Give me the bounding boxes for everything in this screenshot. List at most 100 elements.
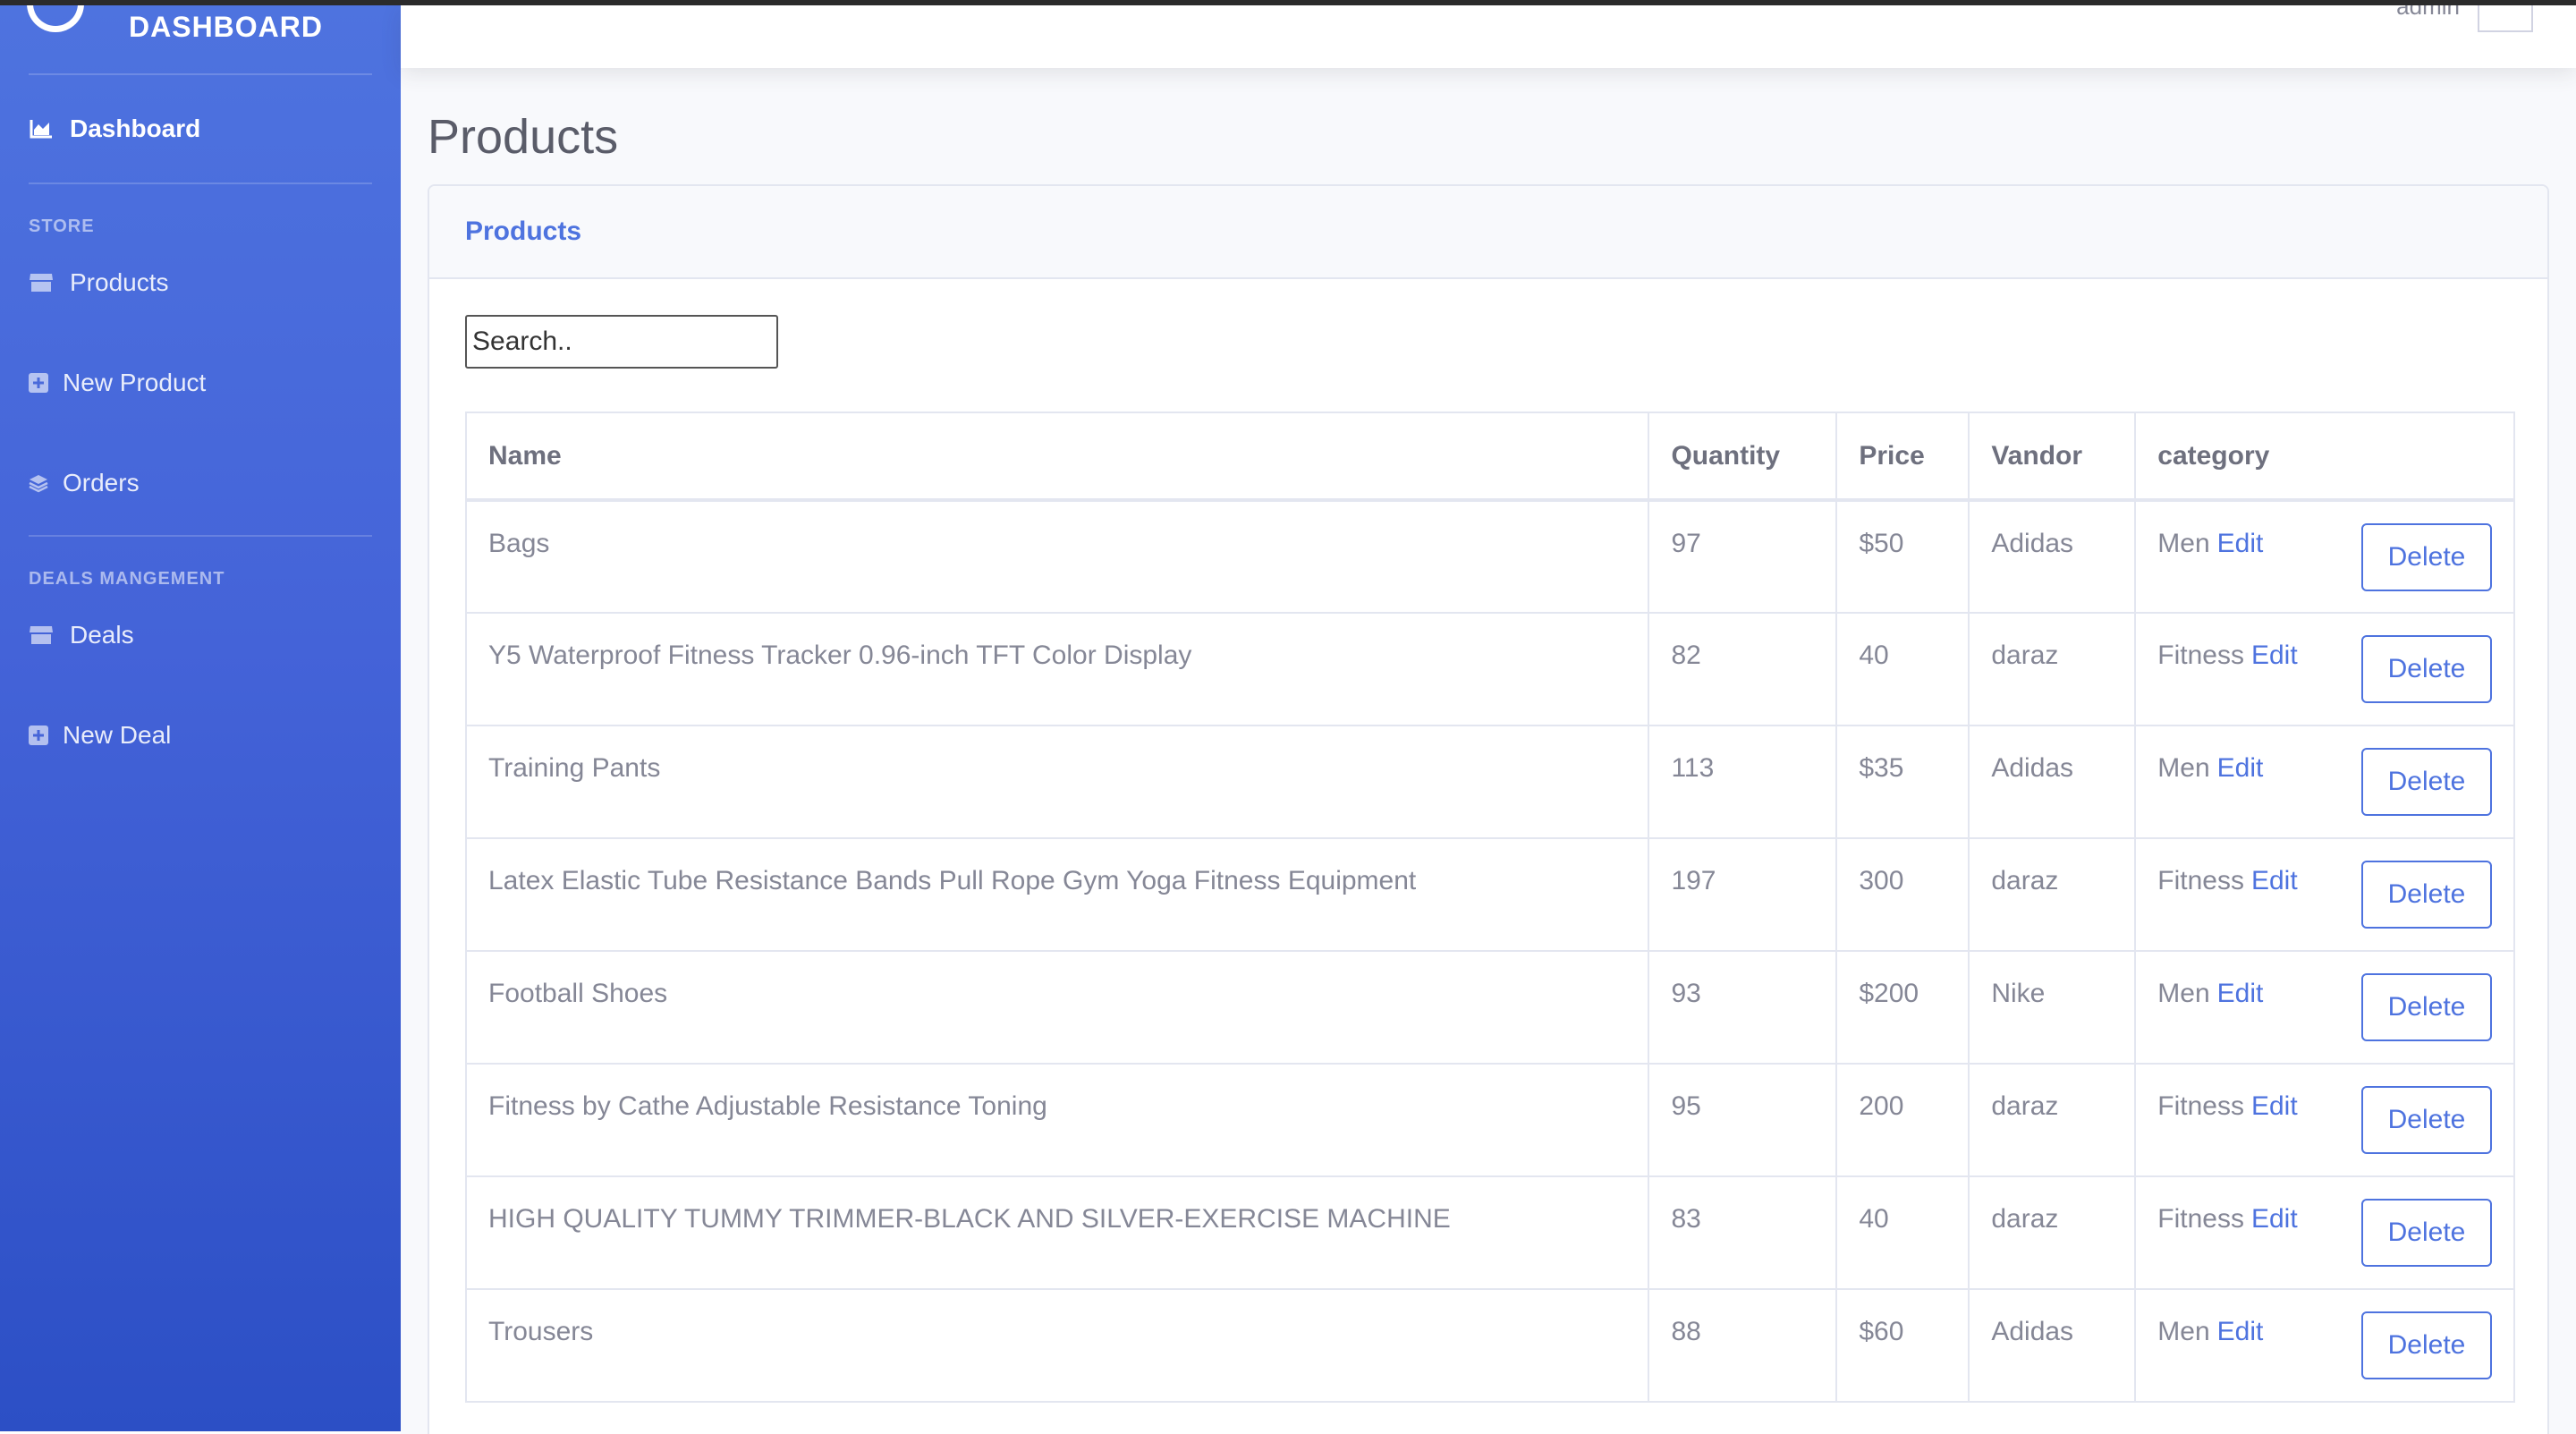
sidebar: DASHBOARD Dashboard STORE Products New P… xyxy=(0,0,401,1431)
column-header-category[interactable]: category xyxy=(2134,412,2515,502)
sidebar-item-label: New Deal xyxy=(63,721,172,749)
products-table: Name Quantity Price Vandor category Bags… xyxy=(464,412,2515,1403)
delete-button[interactable]: Delete xyxy=(2361,973,2492,1041)
category-text: Men xyxy=(2157,753,2210,783)
sidebar-item-products[interactable]: Products xyxy=(0,249,401,317)
delete-button[interactable]: Delete xyxy=(2361,748,2492,816)
sidebar-item-new-product[interactable]: New Product xyxy=(0,349,401,417)
brand-text: DASHBOARD xyxy=(129,11,323,43)
cell-quantity: 95 xyxy=(1648,1063,1838,1177)
sidebar-item-orders[interactable]: Orders xyxy=(0,449,401,517)
edit-link[interactable]: Edit xyxy=(2251,641,2298,670)
cell-vendor: Adidas xyxy=(1968,725,2137,839)
edit-link[interactable]: Edit xyxy=(2217,529,2264,558)
cell-vendor: Adidas xyxy=(1968,1288,2137,1403)
layers-icon xyxy=(29,471,48,495)
cell-category: Fitness Edit Delete xyxy=(2134,1175,2515,1290)
cell-category: Men Edit Delete xyxy=(2134,1288,2515,1403)
cell-name: Y5 Waterproof Fitness Tracker 0.96-inch … xyxy=(464,612,1650,726)
sidebar-item-new-deal[interactable]: New Deal xyxy=(0,701,401,769)
table-row: Football Shoes 93 $200 Nike Men Edit Dele… xyxy=(464,950,2515,1065)
cell-name: Bags xyxy=(464,499,1650,614)
table-row: HIGH QUALITY TUMMY TRIMMER-BLACK AND SIL… xyxy=(464,1175,2515,1290)
category-text: Men xyxy=(2157,1317,2210,1346)
delete-button[interactable]: Delete xyxy=(2361,523,2492,591)
cell-vendor: daraz xyxy=(1968,612,2137,726)
table-row: Trousers 88 $60 Adidas Men Edit Delete xyxy=(464,1288,2515,1403)
cell-quantity: 88 xyxy=(1648,1288,1838,1403)
column-header-vendor[interactable]: Vandor xyxy=(1968,412,2137,502)
products-card: Products Name Quantity Price Vandor c xyxy=(428,184,2549,1434)
cell-category: Fitness Edit Delete xyxy=(2134,612,2515,726)
cell-price: $35 xyxy=(1835,725,1970,839)
user-avatar[interactable] xyxy=(2478,0,2533,32)
column-header-quantity[interactable]: Quantity xyxy=(1648,412,1838,502)
sidebar-divider xyxy=(29,535,372,537)
cell-price: $50 xyxy=(1835,499,1970,614)
edit-link[interactable]: Edit xyxy=(2217,1317,2264,1346)
sidebar-divider xyxy=(29,182,372,184)
cell-price: 40 xyxy=(1835,1175,1970,1290)
app-window: DASHBOARD Dashboard STORE Products New P… xyxy=(0,0,2576,1434)
sidebar-item-dashboard[interactable]: Dashboard xyxy=(0,75,401,182)
delete-button[interactable]: Delete xyxy=(2361,1199,2492,1267)
plus-square-icon xyxy=(29,724,48,747)
edit-link[interactable]: Edit xyxy=(2251,866,2298,895)
cell-price: 300 xyxy=(1835,837,1970,952)
section-heading-store: STORE xyxy=(29,216,95,236)
cell-vendor: daraz xyxy=(1968,1175,2137,1290)
column-header-name[interactable]: Name xyxy=(464,412,1650,502)
category-text: Men xyxy=(2157,529,2210,558)
card-body: Name Quantity Price Vandor category Bags… xyxy=(429,279,2547,1434)
store-icon xyxy=(29,624,54,647)
cell-price: 200 xyxy=(1835,1063,1970,1177)
cell-vendor: Nike xyxy=(1968,950,2137,1065)
card-title: Products xyxy=(465,216,582,246)
topbar: admin xyxy=(401,0,2576,68)
category-text: Fitness xyxy=(2157,641,2244,670)
cell-category: Fitness Edit Delete xyxy=(2134,1063,2515,1177)
page-title: Products xyxy=(428,110,619,164)
sidebar-item-label: Products xyxy=(70,268,169,296)
delete-button[interactable]: Delete xyxy=(2361,861,2492,929)
category-text: Men xyxy=(2157,979,2210,1008)
delete-button[interactable]: Delete xyxy=(2361,1086,2492,1154)
edit-link[interactable]: Edit xyxy=(2217,979,2264,1008)
category-text: Fitness xyxy=(2157,866,2244,895)
sidebar-item-deals[interactable]: Deals xyxy=(0,601,401,669)
cell-name: HIGH QUALITY TUMMY TRIMMER-BLACK AND SIL… xyxy=(464,1175,1650,1290)
table-row: Y5 Waterproof Fitness Tracker 0.96-inch … xyxy=(464,612,2515,726)
edit-link[interactable]: Edit xyxy=(2217,753,2264,783)
cell-name: Fitness by Cathe Adjustable Resistance T… xyxy=(464,1063,1650,1177)
delete-button[interactable]: Delete xyxy=(2361,1311,2492,1379)
chart-area-icon xyxy=(29,117,54,140)
cell-name: Trousers xyxy=(464,1288,1650,1403)
cell-category: Men Edit Delete xyxy=(2134,499,2515,614)
cell-category: Fitness Edit Delete xyxy=(2134,837,2515,952)
cell-category: Men Edit Delete xyxy=(2134,725,2515,839)
cell-quantity: 83 xyxy=(1648,1175,1838,1290)
cell-vendor: daraz xyxy=(1968,1063,2137,1177)
search-input[interactable] xyxy=(465,315,778,369)
card-header: Products xyxy=(429,186,2547,279)
table-header-row: Name Quantity Price Vandor category xyxy=(464,412,2515,502)
edit-link[interactable]: Edit xyxy=(2251,1091,2298,1121)
cell-vendor: daraz xyxy=(1968,837,2137,952)
category-text: Fitness xyxy=(2157,1091,2244,1121)
table-row: Bags 97 $50 Adidas Men Edit Delete xyxy=(464,499,2515,614)
sidebar-brand[interactable]: DASHBOARD xyxy=(0,0,401,68)
sidebar-item-label: Orders xyxy=(63,469,140,496)
cell-category: Men Edit Delete xyxy=(2134,950,2515,1065)
cell-quantity: 82 xyxy=(1648,612,1838,726)
column-header-price[interactable]: Price xyxy=(1835,412,1970,502)
user-name[interactable]: admin xyxy=(2396,0,2460,21)
delete-button[interactable]: Delete xyxy=(2361,635,2492,703)
table-row: Training Pants 113 $35 Adidas Men Edit De… xyxy=(464,725,2515,839)
cell-name: Training Pants xyxy=(464,725,1650,839)
cell-quantity: 93 xyxy=(1648,950,1838,1065)
cell-quantity: 197 xyxy=(1648,837,1838,952)
cell-price: $200 xyxy=(1835,950,1970,1065)
cell-vendor: Adidas xyxy=(1968,499,2137,614)
edit-link[interactable]: Edit xyxy=(2251,1204,2298,1234)
cell-name: Football Shoes xyxy=(464,950,1650,1065)
